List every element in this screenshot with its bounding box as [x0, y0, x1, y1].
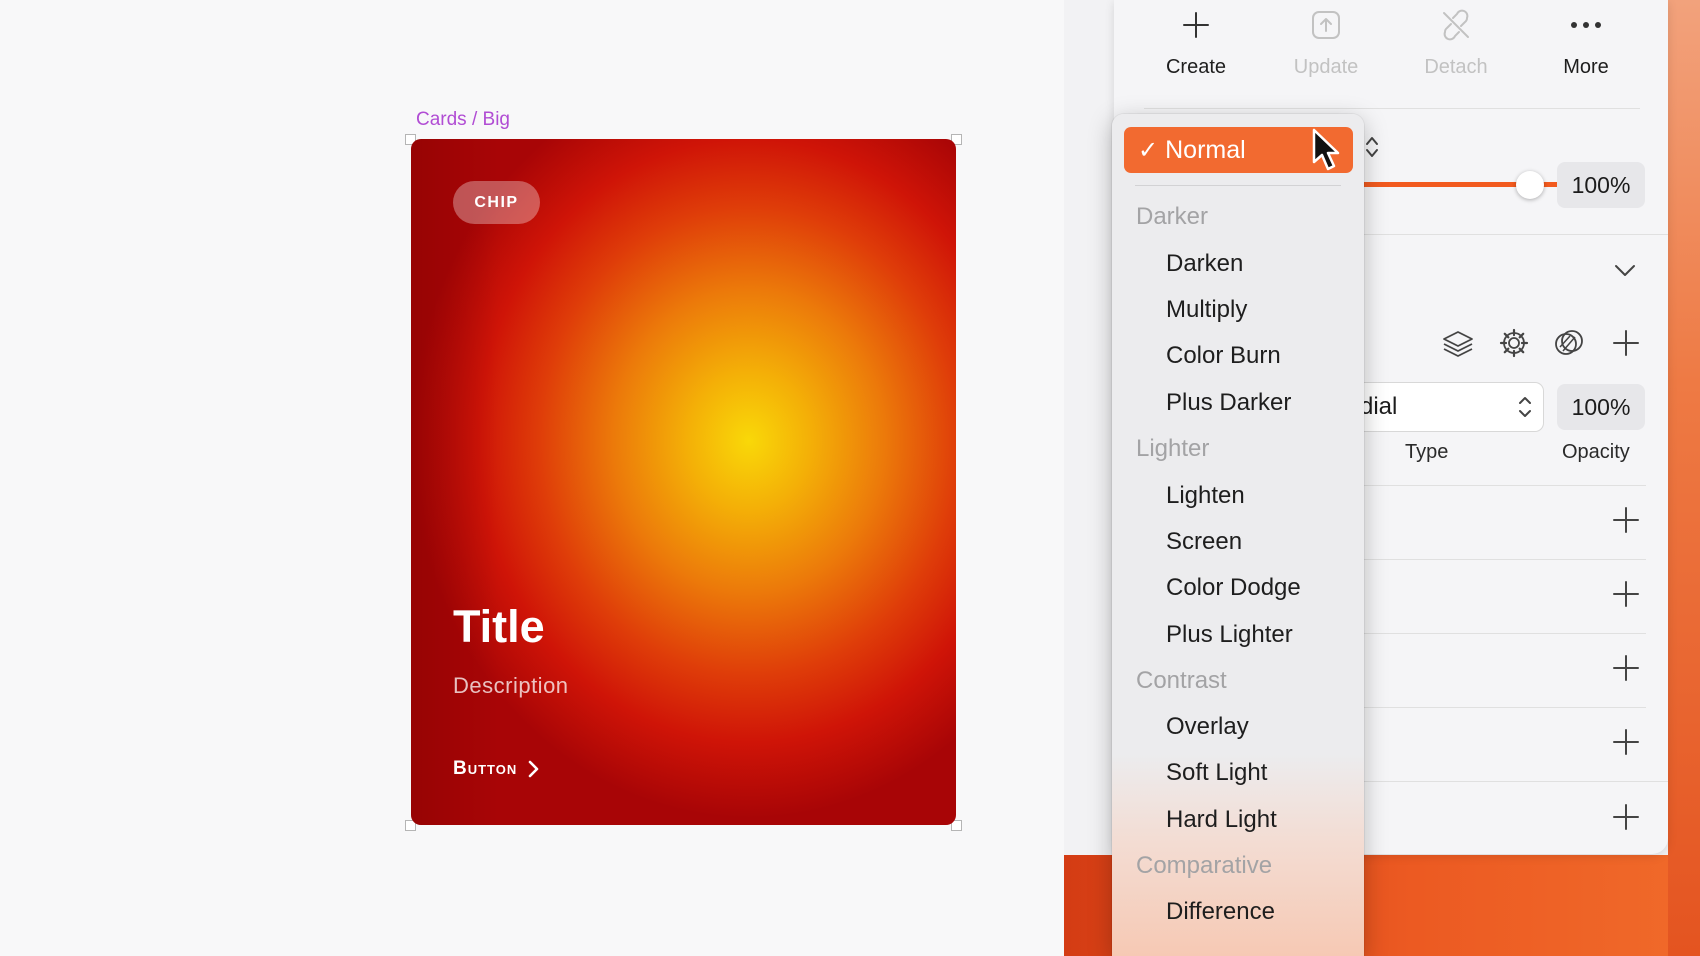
menu-item-lighten[interactable]: Lighten — [1166, 482, 1245, 510]
stepper-chevrons-icon[interactable] — [1364, 134, 1380, 160]
menu-header-comparative: Comparative — [1136, 852, 1273, 879]
more-button[interactable]: More — [1526, 0, 1646, 100]
more-label: More — [1563, 56, 1609, 78]
card-button[interactable]: Button — [453, 758, 539, 780]
section-divider — [1364, 485, 1646, 486]
add-plus-icon[interactable] — [1612, 506, 1640, 534]
detach-label: Detach — [1424, 56, 1488, 78]
menu-item-multiply[interactable]: Multiply — [1166, 296, 1247, 324]
add-plus-icon[interactable] — [1612, 580, 1640, 608]
menu-item-color-burn[interactable]: Color Burn — [1166, 342, 1281, 370]
menu-header-contrast: Contrast — [1136, 667, 1227, 694]
section-divider — [1364, 633, 1646, 634]
blend-mode-icon[interactable] — [1553, 327, 1585, 359]
create-label: Create — [1165, 56, 1227, 78]
chevron-down-icon[interactable] — [1613, 262, 1637, 278]
menu-separator — [1135, 185, 1341, 186]
menu-header-lighter: Lighter — [1136, 435, 1210, 462]
gear-icon[interactable] — [1498, 327, 1530, 359]
add-plus-icon[interactable] — [1612, 803, 1640, 831]
menu-item-hard-light[interactable]: Hard Light — [1166, 806, 1277, 834]
menu-item-plus-darker[interactable]: Plus Darker — [1166, 389, 1291, 417]
menu-item-screen[interactable]: Screen — [1166, 528, 1242, 556]
opacity-slider-knob[interactable] — [1516, 171, 1544, 199]
card-big[interactable]: CHIP Title Description Button — [411, 139, 956, 825]
window-backdrop-edge — [1668, 0, 1700, 956]
section-divider — [1364, 781, 1668, 782]
card-title: Title — [453, 601, 545, 652]
menu-item-soft-light[interactable]: Soft Light — [1166, 759, 1267, 787]
update-button[interactable]: Update — [1266, 0, 1386, 100]
menu-item-color-dodge[interactable]: Color Dodge — [1166, 574, 1301, 602]
fill-opacity-field[interactable]: 100% — [1557, 384, 1645, 430]
menu-item-overlay[interactable]: Overlay — [1166, 713, 1249, 741]
add-plus-icon[interactable] — [1612, 654, 1640, 682]
menu-item-difference[interactable]: Difference — [1166, 898, 1275, 926]
mouse-pointer-icon — [1312, 128, 1340, 171]
section-divider — [1364, 707, 1646, 708]
add-fill-plus-icon[interactable] — [1612, 329, 1640, 357]
upload-icon — [1312, 11, 1340, 39]
section-divider — [1364, 559, 1646, 560]
layers-icon[interactable] — [1442, 328, 1474, 360]
design-canvas[interactable]: Cards / Big CHIP Title Description Butto… — [0, 0, 1064, 956]
select-chevrons-icon — [1519, 397, 1531, 417]
add-plus-icon[interactable] — [1612, 728, 1640, 756]
fill-type-value: dial — [1360, 393, 1398, 420]
ellipsis-icon — [1571, 22, 1601, 28]
fill-type-select[interactable]: dial — [1340, 383, 1543, 431]
unlink-icon — [1443, 9, 1469, 41]
create-button[interactable]: Create — [1136, 0, 1256, 100]
menu-item-darken[interactable]: Darken — [1166, 250, 1243, 278]
type-label: Type — [1405, 441, 1449, 463]
menu-item-label: Normal — [1165, 135, 1246, 164]
menu-header-darker: Darker — [1136, 203, 1209, 230]
frame-label[interactable]: Cards / Big — [416, 109, 510, 131]
detach-button[interactable]: Detach — [1396, 0, 1516, 100]
card-chip[interactable]: CHIP — [453, 181, 540, 224]
menu-item-plus-lighter[interactable]: Plus Lighter — [1166, 621, 1293, 649]
blend-mode-menu[interactable]: ✓ Normal Darker Darken Multiply Color Bu… — [1112, 114, 1364, 956]
card-description: Description — [453, 673, 569, 698]
plus-icon — [1183, 12, 1209, 38]
chevron-right-icon — [528, 760, 539, 778]
opacity-label: Opacity — [1562, 441, 1630, 463]
checkmark-icon: ✓ — [1138, 136, 1159, 164]
layer-opacity-field[interactable]: 100% — [1557, 162, 1645, 208]
update-label: Update — [1293, 56, 1359, 78]
card-button-label: Button — [453, 758, 518, 779]
toolbar-divider — [1144, 108, 1640, 109]
